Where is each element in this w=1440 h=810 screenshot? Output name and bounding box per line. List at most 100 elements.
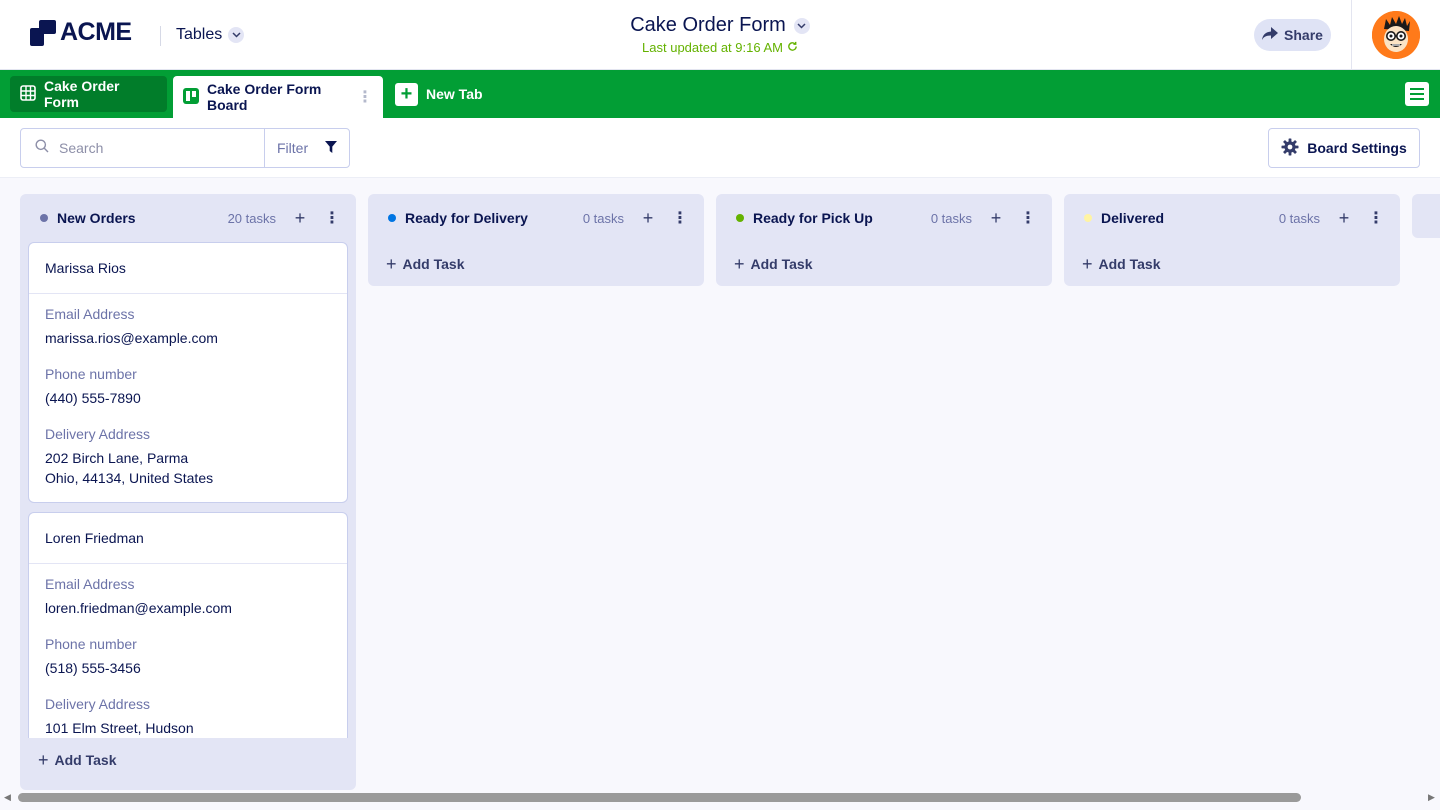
plus-icon: +	[395, 82, 418, 106]
phone-label: Phone number	[45, 366, 137, 382]
tab-label: Cake Order Form	[44, 78, 120, 110]
avatar-face-icon	[1372, 11, 1420, 59]
add-task-button[interactable]: + Add Task	[368, 242, 704, 286]
column-options-icon[interactable]: ⋮	[324, 208, 340, 228]
scroll-right-arrow-icon[interactable]: ▶	[1428, 792, 1435, 803]
status-dot-icon	[388, 214, 396, 222]
add-task-label: Add Task	[54, 752, 117, 768]
add-icon[interactable]: +	[1336, 208, 1352, 229]
tabs-bar: Cake Order Form Cake Order Form Board ⋮ …	[0, 70, 1440, 118]
task-card[interactable]: Loren Friedman Email Address loren.fried…	[28, 512, 348, 738]
card-list[interactable]: Marissa Rios Email Address marissa.rios@…	[20, 242, 356, 738]
header-divider-right	[1351, 0, 1352, 70]
status-dot-icon	[736, 214, 744, 222]
scroll-left-arrow-icon[interactable]: ◀	[4, 792, 11, 803]
column-header: Ready for Delivery 0 tasks + ⋮	[368, 194, 704, 242]
address-line-1: 202 Birch Lane, Parma	[45, 450, 189, 466]
add-task-button[interactable]: + Add Task	[1064, 242, 1400, 286]
status-dot-icon	[40, 214, 48, 222]
add-task-button[interactable]: + Add Task	[20, 738, 356, 782]
hamburger-menu-icon[interactable]	[1405, 82, 1429, 106]
task-count: 20 tasks	[227, 210, 276, 226]
card-body: Email Address marissa.rios@example.com P…	[29, 294, 347, 502]
add-task-button[interactable]: + Add Task	[716, 242, 1052, 286]
filter-icon	[325, 140, 337, 156]
column-options-icon[interactable]: ⋮	[672, 208, 688, 228]
last-updated-text: Last updated at 9:16 AM	[642, 40, 783, 55]
add-icon[interactable]: +	[988, 208, 1004, 229]
column-header: New Orders 20 tasks + ⋮	[20, 194, 356, 242]
column-delivered: Delivered 0 tasks + ⋮ + Add Task	[1064, 194, 1400, 286]
column-title: New Orders	[57, 210, 136, 226]
gear-icon	[1281, 138, 1299, 159]
filter-label: Filter	[277, 140, 309, 156]
address-line-2: Ohio, 44134, United States	[45, 470, 214, 486]
scrollbar-thumb[interactable]	[18, 793, 1301, 802]
add-task-label: Add Task	[1098, 256, 1161, 272]
email-label: Email Address	[45, 306, 135, 322]
tab-cake-order-form-board[interactable]: Cake Order Form Board ⋮	[173, 76, 383, 118]
tab-cake-order-form[interactable]: Cake Order Form	[10, 76, 167, 112]
form-title-dropdown[interactable]: Cake Order Form	[630, 14, 810, 37]
column-options-icon[interactable]: ⋮	[1368, 208, 1384, 228]
task-count: 0 tasks	[1278, 210, 1320, 226]
card-title: Loren Friedman	[29, 513, 347, 564]
add-icon[interactable]: +	[292, 208, 308, 229]
board-toolbar: Filter Board Settings	[0, 118, 1440, 178]
board-icon	[183, 87, 199, 107]
status-dot-icon	[1084, 214, 1092, 222]
tab-options-icon[interactable]: ⋮	[357, 87, 373, 107]
plus-icon: +	[734, 253, 745, 274]
card-body: Email Address loren.friedman@example.com…	[29, 564, 347, 738]
phone-value: (518) 555-3456	[45, 660, 141, 676]
plus-icon: +	[1082, 253, 1093, 274]
search-input[interactable]	[59, 140, 239, 156]
filter-button[interactable]: Filter	[264, 128, 350, 168]
phone-label: Phone number	[45, 636, 137, 652]
email-value: loren.friedman@example.com	[45, 600, 232, 616]
add-icon[interactable]: +	[640, 208, 656, 229]
horizontal-scrollbar[interactable]: ◀ ▶	[0, 790, 1440, 810]
task-count: 0 tasks	[930, 210, 972, 226]
refresh-icon	[787, 40, 798, 55]
column-title: Delivered	[1101, 210, 1165, 226]
tab-label: Cake Order Form Board	[207, 81, 322, 113]
share-button[interactable]: Share	[1254, 19, 1331, 51]
top-header: ACME Tables Cake Order Form Last updated…	[0, 0, 1440, 70]
search-icon	[35, 139, 49, 158]
last-updated-status: Last updated at 9:16 AM	[0, 40, 1440, 55]
add-task-label: Add Task	[402, 256, 465, 272]
column-header: Ready for Pick Up 0 tasks + ⋮	[716, 194, 1052, 242]
address-label: Delivery Address	[45, 426, 151, 442]
card-title: Marissa Rios	[29, 243, 347, 294]
new-tab-label: New Tab	[426, 86, 483, 102]
address-value: 202 Birch Lane, Parma Ohio, 44134, Unite…	[45, 448, 331, 488]
column-ready-for-delivery: Ready for Delivery 0 tasks + ⋮ + Add Tas…	[368, 194, 704, 286]
column-new-orders: New Orders 20 tasks + ⋮ Marissa Rios Ema…	[20, 194, 356, 790]
email-label: Email Address	[45, 576, 135, 592]
task-card[interactable]: Marissa Rios Email Address marissa.rios@…	[28, 242, 348, 503]
share-icon	[1262, 27, 1279, 43]
column-ready-for-pick-up: Ready for Pick Up 0 tasks + ⋮ + Add Task	[716, 194, 1052, 286]
avatar[interactable]	[1372, 11, 1420, 59]
add-task-label: Add Task	[750, 256, 813, 272]
search-field[interactable]	[20, 128, 265, 168]
new-tab-button[interactable]: + New Tab	[395, 76, 483, 112]
chevron-down-icon	[793, 17, 810, 34]
task-count: 0 tasks	[582, 210, 624, 226]
address-line-1: 101 Elm Street, Hudson	[45, 720, 194, 736]
column-partial-offscreen	[1412, 194, 1440, 238]
form-title: Cake Order Form	[630, 14, 786, 36]
plus-icon: +	[38, 749, 49, 770]
phone-value: (440) 555-7890	[45, 390, 141, 406]
column-options-icon[interactable]: ⋮	[1020, 208, 1036, 228]
form-title-area: Cake Order Form Last updated at 9:16 AM	[0, 14, 1440, 55]
column-title: Ready for Delivery	[405, 210, 528, 226]
board-settings-label: Board Settings	[1307, 140, 1407, 156]
share-label: Share	[1284, 27, 1323, 43]
column-title: Ready for Pick Up	[753, 210, 873, 226]
address-label: Delivery Address	[45, 696, 151, 712]
email-value: marissa.rios@example.com	[45, 330, 218, 346]
grid-icon	[20, 84, 36, 104]
board-settings-button[interactable]: Board Settings	[1268, 128, 1420, 168]
